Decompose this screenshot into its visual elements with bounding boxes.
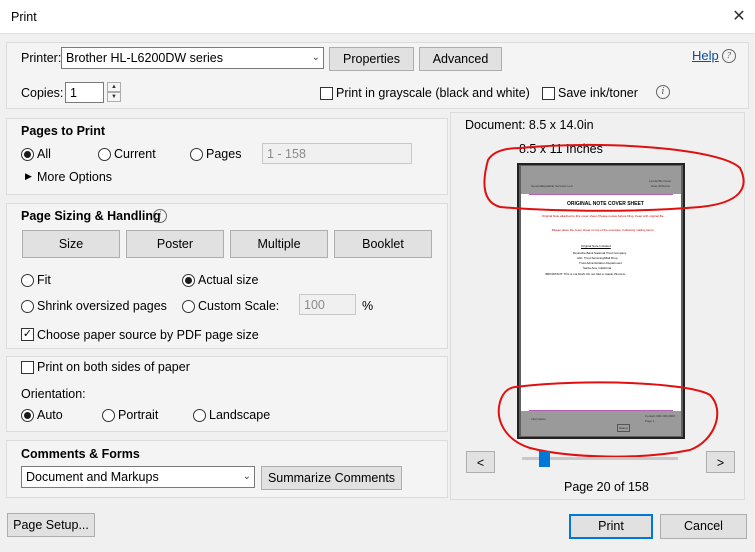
annotation-overlay — [483, 143, 745, 458]
print-button[interactable]: Print — [569, 514, 653, 539]
cancel-button[interactable]: Cancel — [660, 514, 747, 539]
page-counter: Page 20 of 158 — [564, 480, 649, 494]
annotation-ellipse-top — [483, 143, 745, 212]
page-slider-thumb[interactable] — [539, 451, 551, 467]
prev-page-button[interactable]: < — [466, 451, 495, 473]
page-setup-button[interactable]: Page Setup... — [7, 513, 95, 537]
next-page-button[interactable]: > — [706, 451, 735, 473]
annotation-ellipse-bottom — [497, 381, 719, 458]
